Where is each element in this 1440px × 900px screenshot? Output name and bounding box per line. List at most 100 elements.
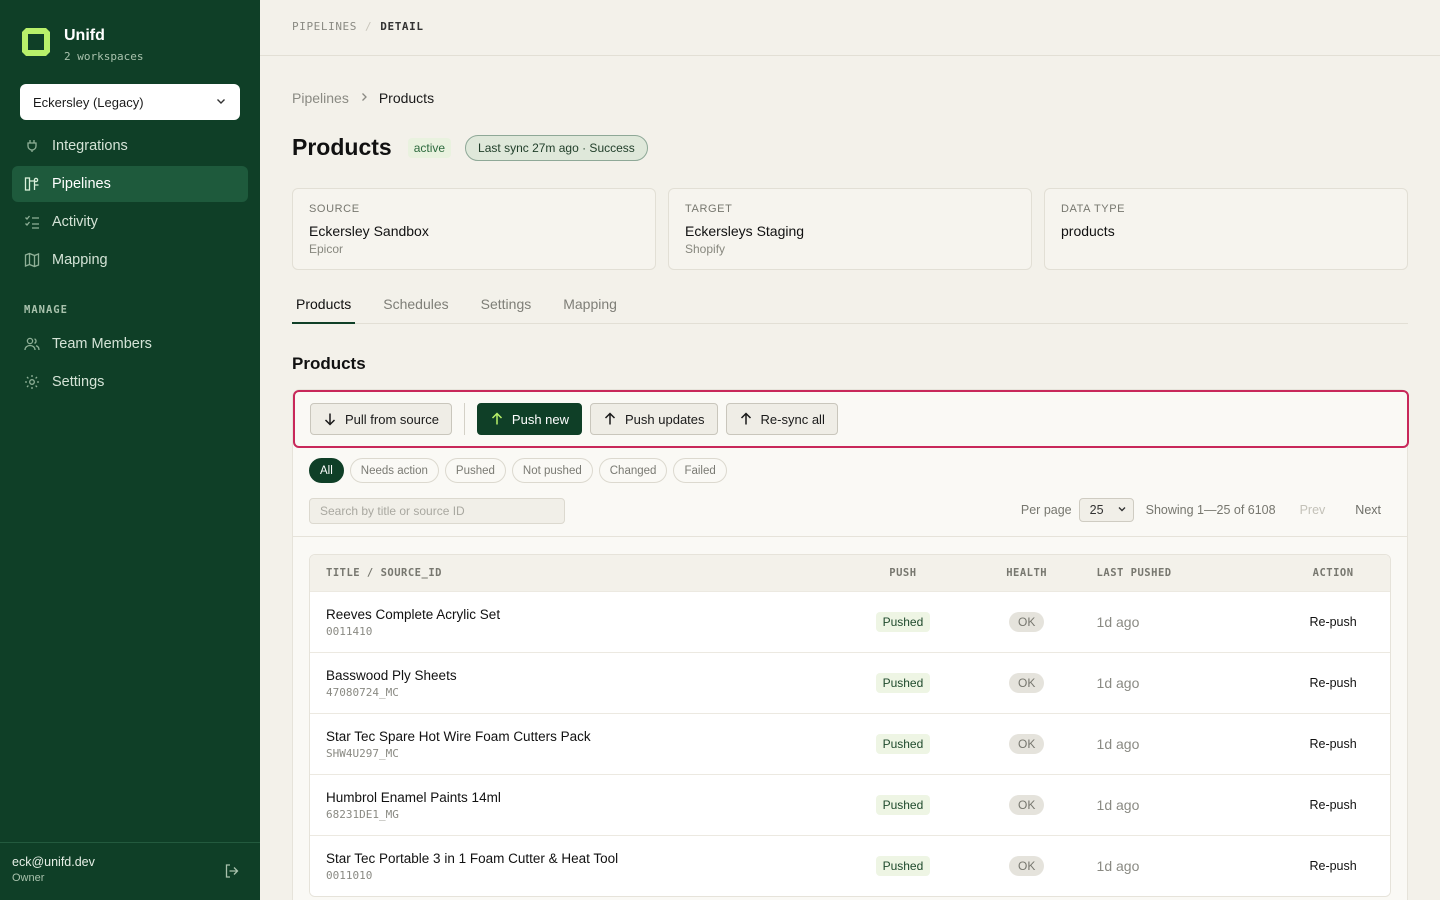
target-card: TARGET Eckersleys Staging Shopify: [668, 188, 1032, 270]
breadcrumb-current: Products: [378, 90, 435, 106]
source-id: SHW4U297_MC: [326, 746, 399, 760]
topbar-separator: /: [365, 20, 373, 33]
gear-icon: [24, 374, 40, 390]
push-new-button[interactable]: Push new: [476, 403, 583, 435]
products-table: TITLE / SOURCE_ID PUSH HEALTH LAST PUSHE…: [309, 554, 1391, 897]
header-title[interactable]: TITLE / SOURCE_ID: [310, 567, 849, 579]
button-label: Re-sync all: [760, 411, 825, 427]
re-push-button[interactable]: Re-push: [1276, 798, 1390, 812]
chevron-down-icon: [215, 95, 227, 110]
breadcrumb-pipelines-link[interactable]: Pipelines: [292, 90, 349, 106]
user-role: Owner: [12, 872, 45, 884]
breadcrumb: Pipelines Products: [292, 90, 434, 106]
sidebar-item-pipelines[interactable]: Pipelines: [12, 166, 248, 202]
filter-pushed[interactable]: Pushed: [444, 458, 506, 483]
product-title: Basswood Ply Sheets: [326, 667, 457, 683]
sidebar-item-team-members[interactable]: Team Members: [12, 326, 248, 362]
header-push[interactable]: PUSH: [849, 567, 957, 579]
filter-failed[interactable]: Failed: [673, 458, 727, 483]
map-icon: [24, 252, 40, 268]
tab-settings[interactable]: Settings: [477, 282, 536, 324]
sidebar-nav: Integrations Pipelines Activity Mapping: [12, 128, 248, 280]
sidebar: Unifd 2 workspaces Eckersley (Legacy) In…: [0, 0, 260, 900]
sync-status-badge: Last sync 27m ago · Success: [465, 134, 648, 161]
plug-icon: [24, 138, 40, 154]
app-name: Unifd: [64, 27, 105, 44]
user-footer: eck@unifd.dev Owner: [0, 842, 260, 900]
showing-count: Showing 1—25 of 6108: [1145, 503, 1276, 517]
table-row[interactable]: Humbrol Enamel Paints 14ml 68231DE1_MG P…: [310, 774, 1390, 835]
push-status-badge: Pushed: [875, 856, 931, 876]
pipeline-info-cards: SOURCE Eckersley Sandbox Epicor TARGET E…: [292, 188, 1408, 270]
re-push-button[interactable]: Re-push: [1276, 737, 1390, 751]
pipeline-icon: [24, 176, 40, 192]
sidebar-item-activity[interactable]: Activity: [12, 204, 248, 240]
per-page-value: 25: [1089, 503, 1104, 517]
header-last-pushed[interactable]: LAST PUSHED: [1097, 567, 1277, 579]
header-action: ACTION: [1312, 567, 1354, 579]
sidebar-item-label: Integrations: [52, 138, 128, 154]
search-input[interactable]: Search by title or source ID: [309, 498, 565, 524]
card-label: DATA TYPE: [1061, 203, 1126, 215]
last-pushed: 1d ago: [1096, 614, 1140, 630]
filter-not-pushed[interactable]: Not pushed: [511, 458, 593, 483]
per-page-select[interactable]: 25: [1078, 498, 1134, 522]
data-type-card: DATA TYPE products: [1044, 188, 1408, 270]
tab-products[interactable]: Products: [292, 282, 356, 324]
resync-all-button[interactable]: Re-sync all: [725, 403, 838, 435]
topbar-current: DETAIL: [380, 20, 424, 33]
re-push-button[interactable]: Re-push: [1276, 676, 1390, 690]
manage-section-label: MANAGE: [24, 304, 68, 316]
topbar-section[interactable]: PIPELINES: [292, 20, 357, 33]
page-title: Products: [292, 134, 392, 160]
table-row[interactable]: Basswood Ply Sheets 47080724_MC Pushed O…: [310, 652, 1390, 713]
arrow-up-icon: [603, 412, 617, 426]
last-pushed: 1d ago: [1096, 675, 1140, 691]
push-status-badge: Pushed: [875, 795, 931, 815]
title-row: Products active Last sync 27m ago · Succ…: [292, 134, 648, 161]
divider: [463, 403, 465, 435]
source-id: 0011010: [326, 868, 373, 882]
logout-icon[interactable]: [224, 863, 240, 884]
re-push-button[interactable]: Re-push: [1276, 859, 1390, 873]
health-badge: OK: [1009, 856, 1045, 876]
card-label: TARGET: [685, 203, 733, 215]
filter-all[interactable]: All: [309, 458, 344, 483]
card-label: SOURCE: [309, 203, 360, 215]
table-row[interactable]: Star Tec Portable 3 in 1 Foam Cutter & H…: [310, 835, 1390, 896]
next-page-button[interactable]: Next: [1355, 503, 1381, 517]
source-id: 47080724_MC: [326, 685, 399, 699]
table-row[interactable]: Star Tec Spare Hot Wire Foam Cutters Pac…: [310, 713, 1390, 774]
list-check-icon: [24, 214, 40, 230]
unifd-logo: [20, 26, 52, 58]
last-pushed: 1d ago: [1096, 858, 1140, 874]
pagination: Per page 25 Showing 1—25 of 6108 Prev Ne…: [1021, 498, 1381, 522]
filter-needs-action[interactable]: Needs action: [349, 458, 439, 483]
prev-page-button[interactable]: Prev: [1300, 503, 1326, 517]
push-updates-button[interactable]: Push updates: [590, 403, 718, 435]
arrow-down-icon: [323, 412, 337, 426]
chevron-down-icon: [1117, 503, 1127, 517]
card-sub: Shopify: [685, 242, 726, 256]
arrow-up-icon: [739, 412, 753, 426]
product-title: Humbrol Enamel Paints 14ml: [326, 789, 501, 805]
last-pushed: 1d ago: [1096, 797, 1140, 813]
product-title: Reeves Complete Acrylic Set: [326, 606, 501, 622]
tab-schedules[interactable]: Schedules: [379, 282, 452, 324]
section-title: Products: [292, 354, 366, 373]
filter-changed[interactable]: Changed: [598, 458, 668, 483]
sidebar-item-settings[interactable]: Settings: [12, 364, 248, 400]
table-header: TITLE / SOURCE_ID PUSH HEALTH LAST PUSHE…: [310, 555, 1390, 591]
button-label: Pull from source: [345, 411, 439, 427]
pull-from-source-button[interactable]: Pull from source: [310, 403, 452, 435]
sidebar-item-integrations[interactable]: Integrations: [12, 128, 248, 164]
header-health[interactable]: HEALTH: [957, 567, 1097, 579]
card-sub: Epicor: [309, 242, 344, 256]
tab-mapping[interactable]: Mapping: [559, 282, 621, 324]
health-badge: OK: [1009, 734, 1045, 754]
workspace-select[interactable]: Eckersley (Legacy): [20, 84, 240, 120]
table-row[interactable]: Reeves Complete Acrylic Set 0011410 Push…: [310, 591, 1390, 652]
sidebar-item-mapping[interactable]: Mapping: [12, 242, 248, 278]
source-id: 0011410: [326, 624, 373, 638]
re-push-button[interactable]: Re-push: [1276, 615, 1390, 629]
